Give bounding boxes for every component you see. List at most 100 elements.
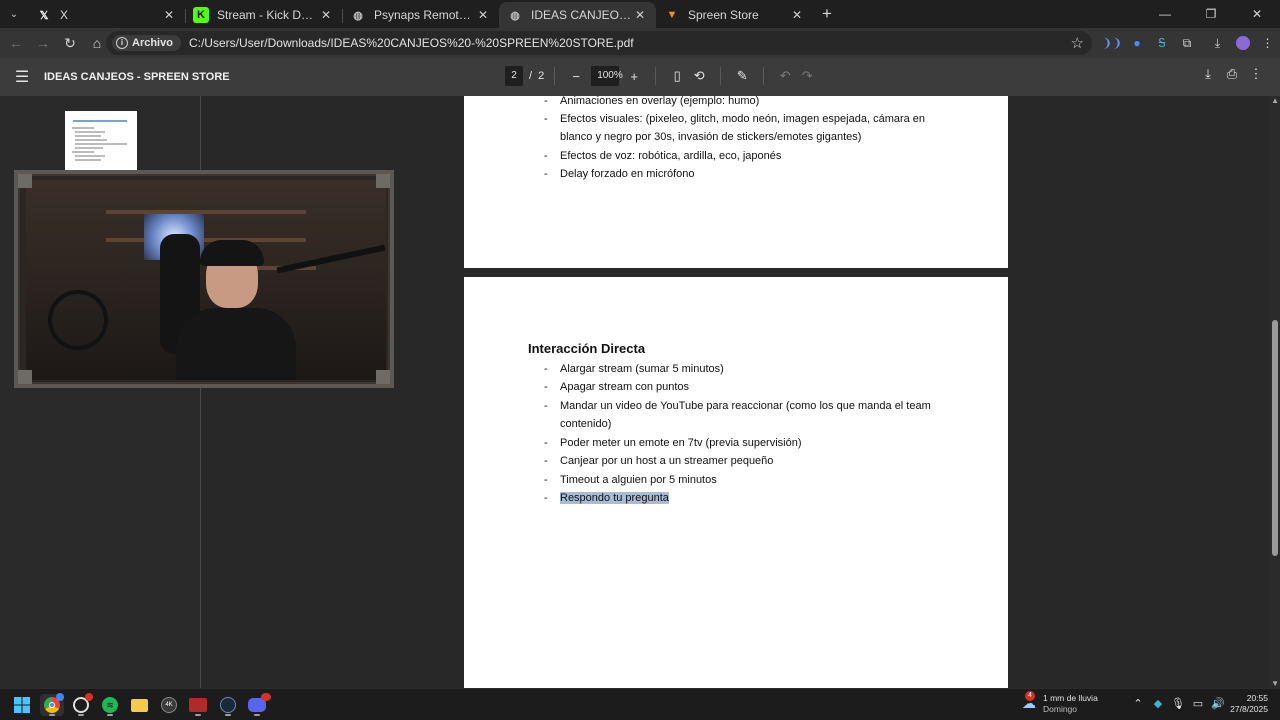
new-tab-button[interactable]: +: [813, 4, 841, 24]
chip-label: Archivo: [132, 37, 173, 49]
tray-app-icon[interactable]: ◆: [1148, 697, 1168, 710]
pdf-download-icon[interactable]: ⤓: [1196, 66, 1220, 82]
page-total: 2: [538, 70, 545, 82]
page-thumbnail[interactable]: [65, 111, 137, 171]
windows-start-icon[interactable]: [10, 694, 34, 716]
scroll-down-arrow-icon[interactable]: ▼: [1271, 679, 1279, 688]
microphone-icon[interactable]: 🎙: [1168, 697, 1188, 710]
system-tray: ⌃ ◆ 🎙 ▭ 🔊: [1128, 697, 1228, 710]
address-bar[interactable]: i Archivo C:/Users/User/Downloads/IDEAS%…: [106, 31, 1092, 55]
reload-button[interactable]: ↻: [58, 31, 82, 55]
pdf-page: Interacción Directa - Alargar stream (sum…: [464, 277, 1008, 688]
undo-icon[interactable]: ↶: [774, 68, 796, 84]
toolbar-divider: [554, 67, 556, 85]
zoom-in-icon[interactable]: +: [623, 69, 645, 84]
app-4k-icon[interactable]: 4K: [157, 694, 181, 716]
steam-icon[interactable]: [216, 694, 240, 716]
discord-icon[interactable]: [245, 693, 271, 716]
extension-shield-icon[interactable]: ●: [1125, 31, 1149, 55]
tab-ideas-canjeos[interactable]: ◍ IDEAS CANJEOS - SPREEN STORE ✕: [499, 2, 656, 28]
restore-icon[interactable]: ❐: [1188, 0, 1234, 28]
profile-avatar[interactable]: [1231, 31, 1255, 55]
tab-psynaps[interactable]: ◍ Psynaps Remote Control ✕: [342, 2, 499, 28]
tab-spreen-store[interactable]: ▼ Spreen Store ✕: [656, 2, 813, 28]
close-icon[interactable]: ✕: [318, 8, 334, 22]
extension-audio-icon[interactable]: ❩❩: [1100, 31, 1124, 55]
rotate-icon[interactable]: ⟲: [688, 68, 710, 84]
vertical-scrollbar[interactable]: ▲ ▼: [1270, 96, 1280, 688]
scroll-up-arrow-icon[interactable]: ▲: [1271, 96, 1279, 105]
bullet-dash: -: [544, 96, 548, 107]
tab-title: Psynaps Remote Control: [374, 8, 475, 22]
webcam-overlay: [14, 170, 394, 388]
chrome-icon[interactable]: [40, 693, 64, 716]
tab-title: Stream - Kick Dashboard: [217, 8, 318, 22]
tab-search-button[interactable]: ⌄: [0, 0, 28, 28]
tray-overflow-chevron-icon[interactable]: ⌃: [1128, 697, 1148, 710]
pdf-page: - Animaciones en overlay (ejemplo: humo) …: [464, 96, 1008, 268]
print-icon[interactable]: ⎙: [1220, 66, 1244, 82]
close-icon[interactable]: ✕: [632, 8, 648, 22]
close-window-icon[interactable]: ✕: [1234, 0, 1280, 28]
network-icon[interactable]: ▭: [1188, 697, 1208, 710]
bullet-dash: -: [544, 363, 548, 375]
download-icon[interactable]: ⤓: [1206, 31, 1230, 55]
page-number-input[interactable]: 2: [505, 66, 523, 86]
close-icon[interactable]: ✕: [161, 8, 177, 22]
toolbar-divider: [720, 67, 722, 85]
list-item: - Efectos visuales: (pixeleo, glitch, mod…: [544, 110, 980, 128]
fit-page-icon[interactable]: ▯: [666, 68, 688, 84]
bullet-dash: -: [544, 455, 548, 467]
windows-taskbar: ≋ 4K ☁ 4 1 mm de lluvia Domingo ⌃ ◆ 🎙 ▭ 🔊…: [0, 688, 1280, 720]
site-info-chip[interactable]: i Archivo: [112, 35, 181, 51]
extensions-puzzle-icon[interactable]: ⧉: [1175, 31, 1199, 55]
file-explorer-icon[interactable]: [127, 694, 151, 716]
list-item: - Efectos de voz: robótica, ardilla, eco,…: [544, 147, 980, 165]
list-item: - Apagar stream con puntos: [544, 378, 980, 396]
clock-date: 27/8/2025: [1230, 704, 1268, 714]
zoom-level-input[interactable]: 100%: [591, 66, 623, 86]
volume-icon[interactable]: 🔊: [1208, 697, 1228, 710]
obs-icon[interactable]: [69, 693, 93, 716]
weather-widget[interactable]: ☁ 4 1 mm de lluvia Domingo: [1022, 691, 1098, 715]
close-icon[interactable]: ✕: [789, 8, 805, 22]
bullet-dash: -: [544, 400, 548, 412]
forward-button[interactable]: →: [31, 31, 55, 55]
list-item-selected: - Respondo tu pregunta: [544, 489, 980, 507]
taskbar-clock[interactable]: 20:55 27/8/2025: [1230, 693, 1268, 715]
url-text[interactable]: C:/Users/User/Downloads/IDEAS%20CANJEOS%…: [189, 36, 634, 50]
arrow-right-icon: →: [36, 35, 50, 51]
scrollbar-thumb[interactable]: [1272, 320, 1278, 556]
list-item: - Poder meter un emote en 7tv (previa sup…: [544, 434, 980, 452]
list-item-continuation: contenido): [560, 418, 612, 430]
list-item: - Timeout a alguien por 5 minutos: [544, 471, 980, 489]
tab-x[interactable]: 𝕏 X ✕: [28, 2, 185, 28]
browser-menu-icon[interactable]: ⋮: [1256, 31, 1280, 55]
pdf-more-icon[interactable]: ⋮: [1244, 66, 1268, 82]
spreen-store-icon: ▼: [666, 9, 678, 21]
voicemeeter-icon[interactable]: [186, 694, 210, 716]
list-item: - Canjear por un host a un streamer peque…: [544, 452, 980, 470]
spotify-icon[interactable]: ≋: [98, 694, 122, 716]
selected-text[interactable]: Respondo tu pregunta: [560, 492, 669, 504]
webcam-video: [26, 180, 386, 380]
pdf-title: IDEAS CANJEOS - SPREEN STORE: [44, 71, 230, 83]
bullet-dash: -: [544, 113, 548, 125]
pdf-toolbar: ☰ IDEAS CANJEOS - SPREEN STORE 2 / 2 − 1…: [0, 58, 1280, 96]
back-button[interactable]: ←: [4, 31, 28, 55]
bullet-dash: -: [544, 437, 548, 449]
zoom-out-icon[interactable]: −: [565, 69, 587, 84]
close-icon[interactable]: ✕: [475, 8, 491, 22]
reload-icon: ↻: [64, 34, 76, 51]
info-icon: i: [116, 37, 128, 49]
extension-translate-icon[interactable]: Ꭶ: [1150, 31, 1174, 55]
bookmark-star-icon[interactable]: ☆: [1071, 34, 1084, 52]
tab-kick-dashboard[interactable]: K Stream - Kick Dashboard ✕: [185, 2, 342, 28]
redo-icon[interactable]: ↷: [796, 68, 818, 84]
globe-icon: ◍: [510, 9, 520, 22]
annotate-pen-icon[interactable]: ✎: [731, 68, 753, 84]
weather-text: 1 mm de lluvia: [1043, 693, 1098, 703]
minimize-icon[interactable]: —: [1142, 0, 1188, 28]
pdf-sidebar-menu-icon[interactable]: ☰: [0, 67, 44, 87]
list-item: - Animaciones en overlay (ejemplo: humo): [544, 96, 980, 110]
